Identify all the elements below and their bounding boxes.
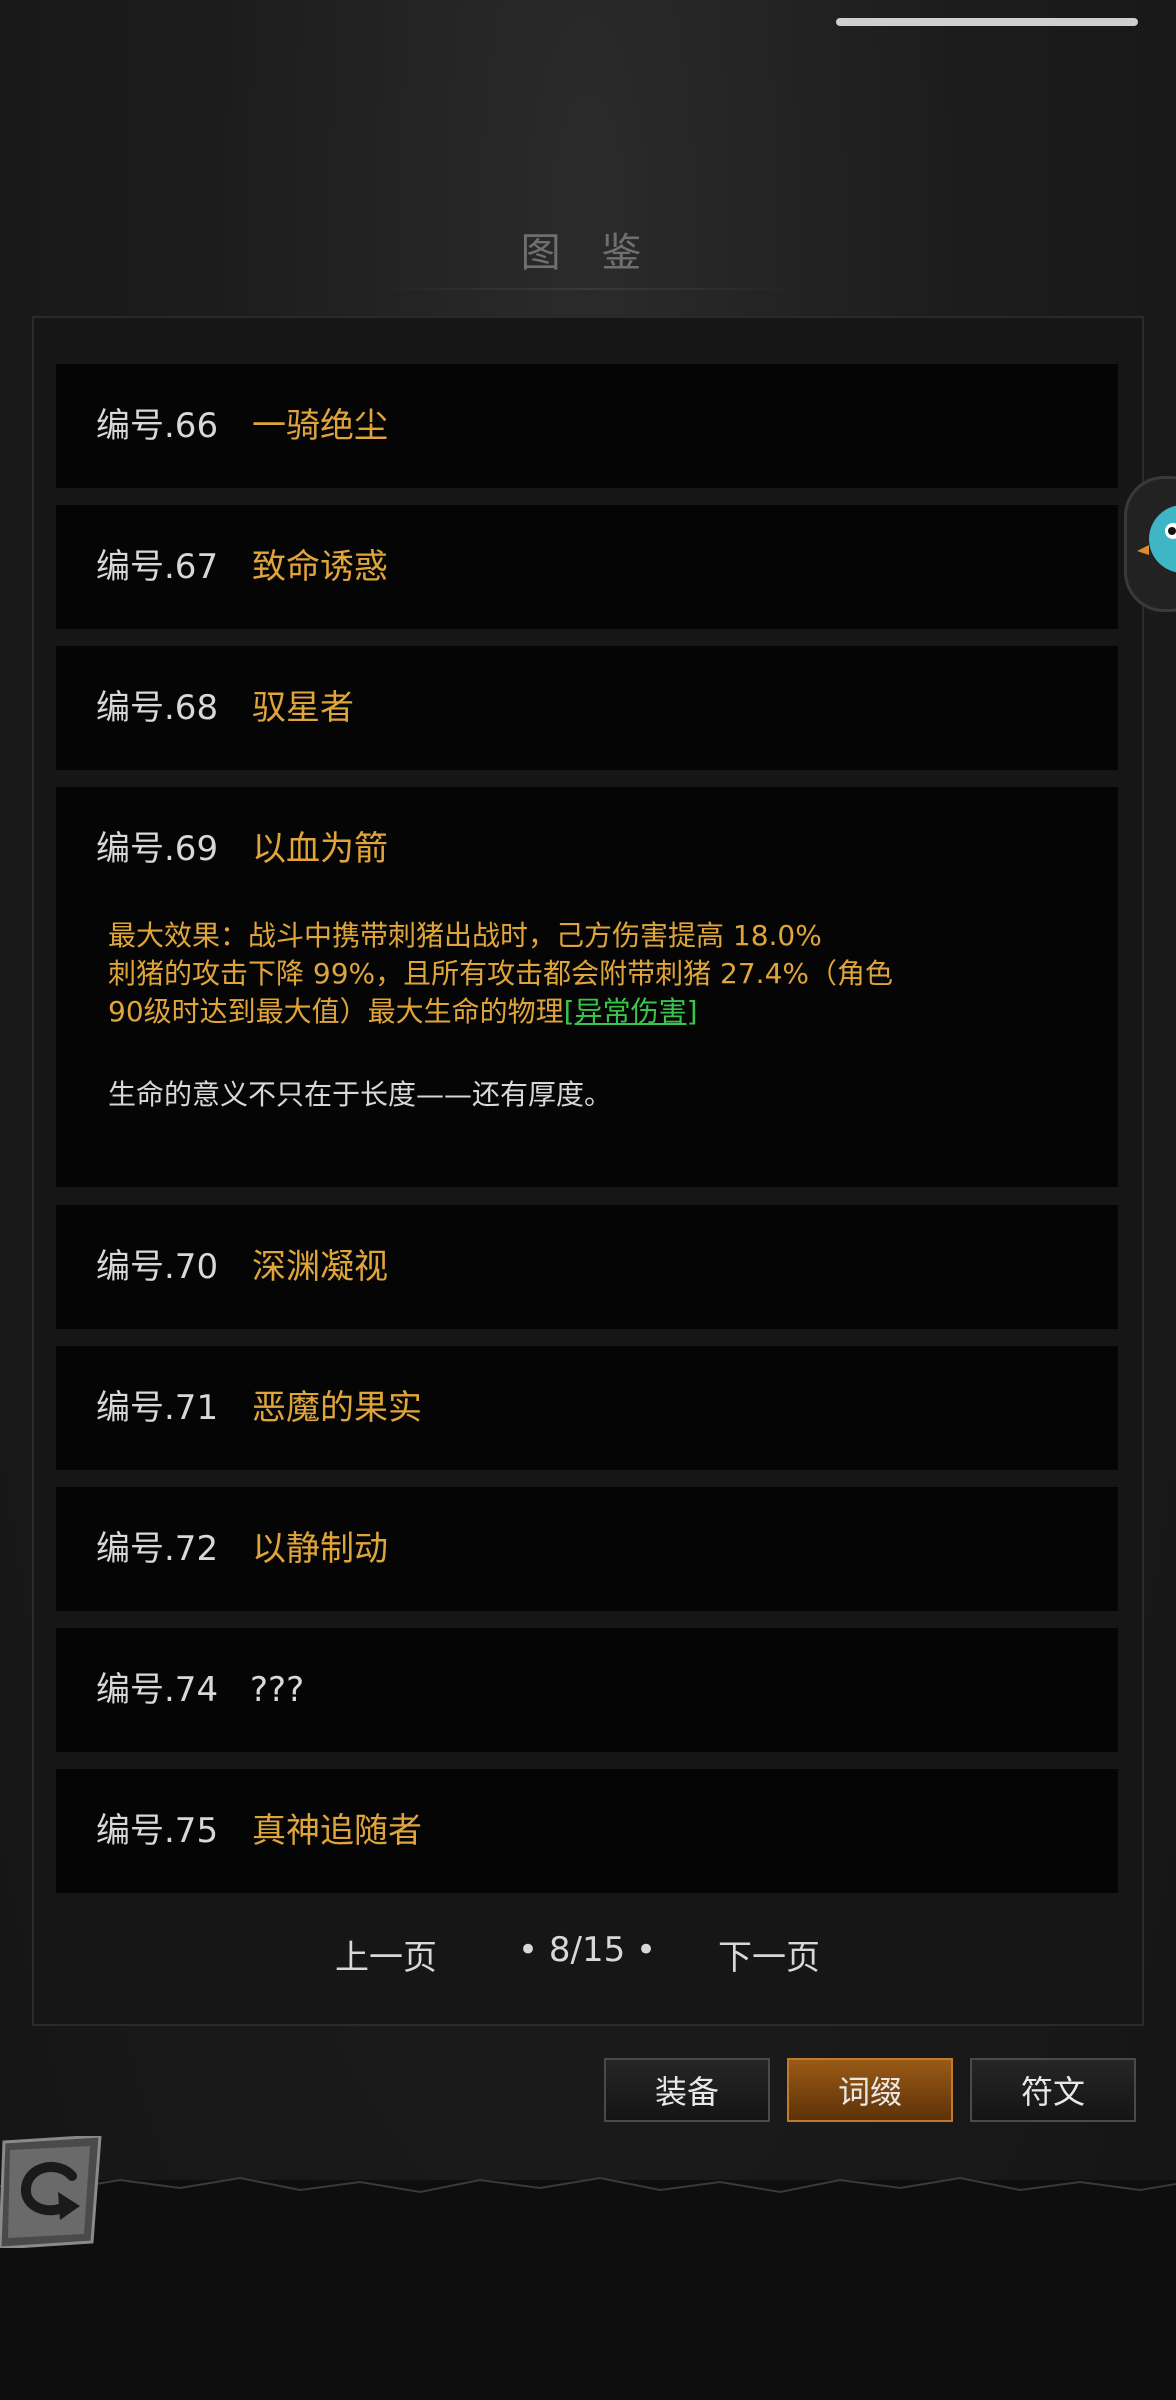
effect-line: 最大效果：战斗中携带刺猪出战时，己方伤害提高 18.0% xyxy=(108,919,822,952)
next-page-button[interactable]: 下一页 xyxy=(718,1930,820,1979)
entry-name: 以血为箭 xyxy=(252,829,388,869)
entry-number: 编号.70 xyxy=(96,1247,219,1287)
page-title: 图 鉴 xyxy=(520,230,656,276)
home-indicator xyxy=(836,18,1138,26)
entry-number: 编号.74 xyxy=(96,1670,219,1710)
entry-name: 一骑绝尘 xyxy=(252,406,388,446)
tab-affix[interactable]: 词缀 xyxy=(787,2058,953,2122)
effect-line-3: 90级时达到最大值）最大生命的物理[异常伤害] xyxy=(108,993,1108,1031)
prev-page-button[interactable]: 上一页 xyxy=(335,1930,437,1979)
tab-equipment[interactable]: 装备 xyxy=(604,2058,770,2122)
back-button[interactable] xyxy=(0,2134,102,2250)
entry-name: 恶魔的果实 xyxy=(252,1388,422,1428)
abnormal-damage-link[interactable]: [异常伤害] xyxy=(564,995,698,1028)
pagination: 上一页 • 8/15 • 下一页 xyxy=(0,1930,1176,1980)
entry-number: 编号.68 xyxy=(96,688,219,728)
codex-entry-69-expanded[interactable]: 编号.69 以血为箭 最大效果：战斗中携带刺猪出战时，己方伤害提高 18.0% … xyxy=(56,787,1118,1187)
tab-rune[interactable]: 符文 xyxy=(970,2058,1136,2122)
codex-entry-66[interactable]: 编号.66 一骑绝尘 xyxy=(56,364,1118,488)
entry-name: 致命诱惑 xyxy=(252,547,388,587)
entry-name: 驭星者 xyxy=(252,688,354,728)
entry-name: 真神追随者 xyxy=(252,1811,422,1851)
entry-effect-text: 最大效果：战斗中携带刺猪出战时，己方伤害提高 18.0% 刺猪的攻击下降 99%… xyxy=(108,917,1108,1031)
entry-number: 编号.66 xyxy=(96,406,219,446)
hedgehog-avatar-icon xyxy=(1137,505,1176,573)
codex-entry-75[interactable]: 编号.75 真神追随者 xyxy=(56,1769,1118,1893)
torn-edge-decoration xyxy=(0,2176,1176,2202)
entry-name: ??? xyxy=(250,1670,305,1710)
floating-assistant-button[interactable] xyxy=(1124,476,1176,612)
codex-entry-74[interactable]: 编号.74 ??? xyxy=(56,1628,1118,1752)
back-arrow-icon xyxy=(0,2134,102,2250)
effect-line: 90级时达到最大值）最大生命的物理 xyxy=(108,995,564,1028)
title-divider xyxy=(380,288,796,290)
entry-name: 以静制动 xyxy=(252,1529,388,1569)
bottom-band xyxy=(0,2180,1176,2400)
codex-entry-71[interactable]: 编号.71 恶魔的果实 xyxy=(56,1346,1118,1470)
page-indicator: • 8/15 • xyxy=(518,1930,657,1970)
entry-number: 编号.69 xyxy=(96,829,219,869)
entry-number: 编号.72 xyxy=(96,1529,219,1569)
entry-number: 编号.75 xyxy=(96,1811,219,1851)
codex-entry-68[interactable]: 编号.68 驭星者 xyxy=(56,646,1118,770)
codex-entry-72[interactable]: 编号.72 以静制动 xyxy=(56,1487,1118,1611)
effect-line: 刺猪的攻击下降 99%，且所有攻击都会附带刺猪 27.4%（角色 xyxy=(108,957,893,990)
entry-name: 深渊凝视 xyxy=(252,1247,388,1287)
codex-entry-70[interactable]: 编号.70 深渊凝视 xyxy=(56,1205,1118,1329)
entry-number: 编号.67 xyxy=(96,547,219,587)
entry-number: 编号.71 xyxy=(96,1388,219,1428)
codex-entry-67[interactable]: 编号.67 致命诱惑 xyxy=(56,505,1118,629)
entry-flavor-text: 生命的意义不只在于长度——还有厚度。 xyxy=(108,1078,613,1111)
